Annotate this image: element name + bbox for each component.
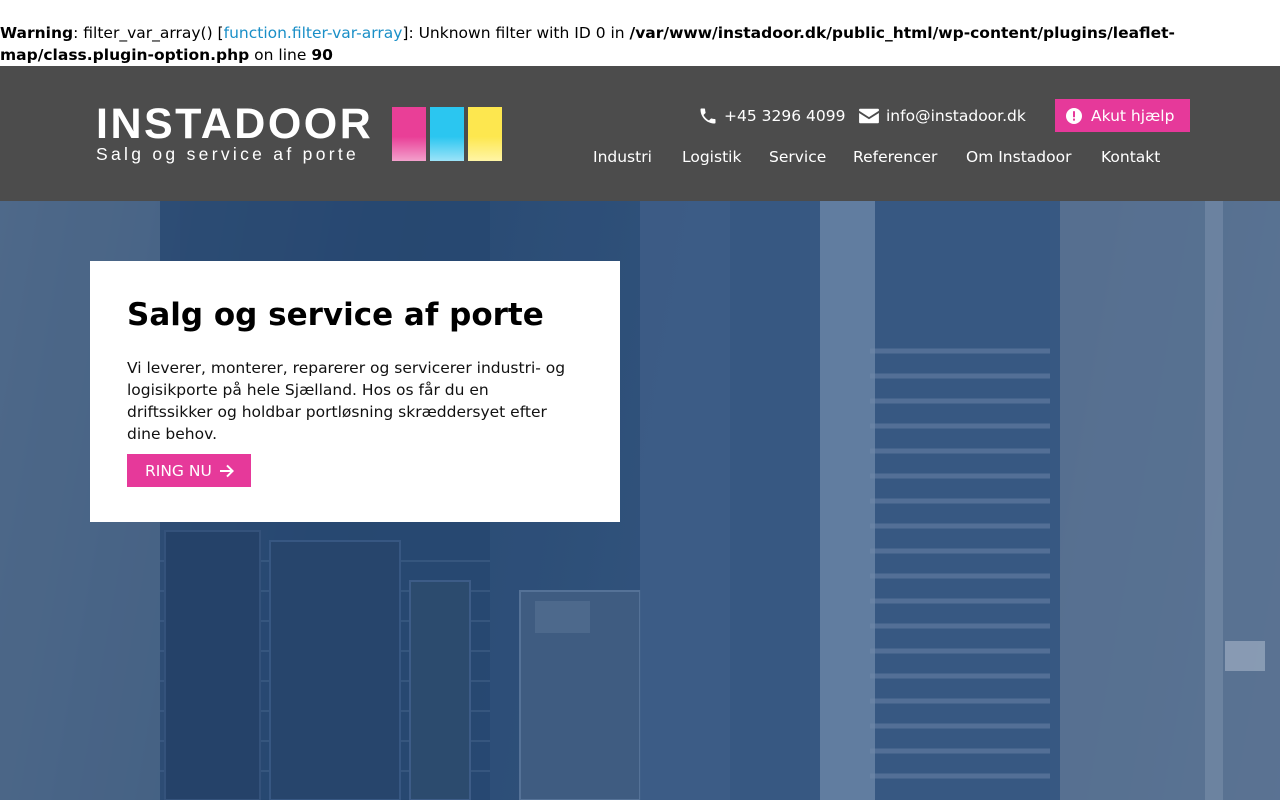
call-now-label: RING NU <box>145 461 212 480</box>
warning-text-2: ]: Unknown filter with ID 0 in <box>402 24 630 42</box>
hero-section: Salg og service af porte Vi leverer, mon… <box>0 201 1280 800</box>
warning-on-line: on line <box>249 46 312 64</box>
email-address: info@instadoor.dk <box>886 107 1026 125</box>
warning-text: : filter_var_array() [ <box>73 24 224 42</box>
call-now-button[interactable]: RING NU <box>127 454 251 487</box>
site-header: INSTADOOR Salg og service af porte +45 3… <box>0 66 1280 201</box>
nav-item-industri[interactable]: Industri <box>593 146 652 168</box>
site-logo[interactable]: INSTADOOR Salg og service af porte <box>96 101 506 166</box>
envelope-icon <box>859 108 879 124</box>
logo-swatch-pink <box>392 107 426 161</box>
nav-item-kontakt[interactable]: Kontakt <box>1101 146 1160 168</box>
header-phone-link[interactable]: +45 3296 4099 <box>698 105 845 127</box>
php-warning-message: Warning: filter_var_array() [function.fi… <box>0 22 1280 66</box>
nav-item-om-instadoor[interactable]: Om Instadoor <box>966 146 1071 168</box>
hero-card: Salg og service af porte Vi leverer, mon… <box>90 261 620 522</box>
phone-icon <box>700 108 716 124</box>
logo-swatch-yellow <box>468 107 502 161</box>
logo-tagline: Salg og service af porte <box>96 144 360 164</box>
header-email-link[interactable]: info@instadoor.dk <box>858 105 1026 127</box>
hero-description: Vi leverer, monterer, reparerer og servi… <box>127 359 566 443</box>
warning-line-number: 90 <box>311 46 333 64</box>
hero-title: Salg og service af porte <box>127 297 544 333</box>
logo-wordmark: INSTADOOR <box>96 100 374 148</box>
warning-function-link[interactable]: function.filter-var-array <box>224 24 403 42</box>
phone-number: +45 3296 4099 <box>724 107 846 125</box>
emergency-help-button[interactable]: Akut hjælp <box>1055 99 1190 132</box>
warning-label: Warning <box>0 24 74 42</box>
alert-circle-icon <box>1066 107 1082 124</box>
logo-swatch-cyan <box>430 107 464 161</box>
arrow-right-icon <box>219 464 234 477</box>
nav-item-logistik[interactable]: Logistik <box>682 146 741 168</box>
nav-item-service[interactable]: Service <box>769 146 826 168</box>
nav-item-referencer[interactable]: Referencer <box>853 146 937 168</box>
emergency-help-label: Akut hjælp <box>1091 106 1175 125</box>
